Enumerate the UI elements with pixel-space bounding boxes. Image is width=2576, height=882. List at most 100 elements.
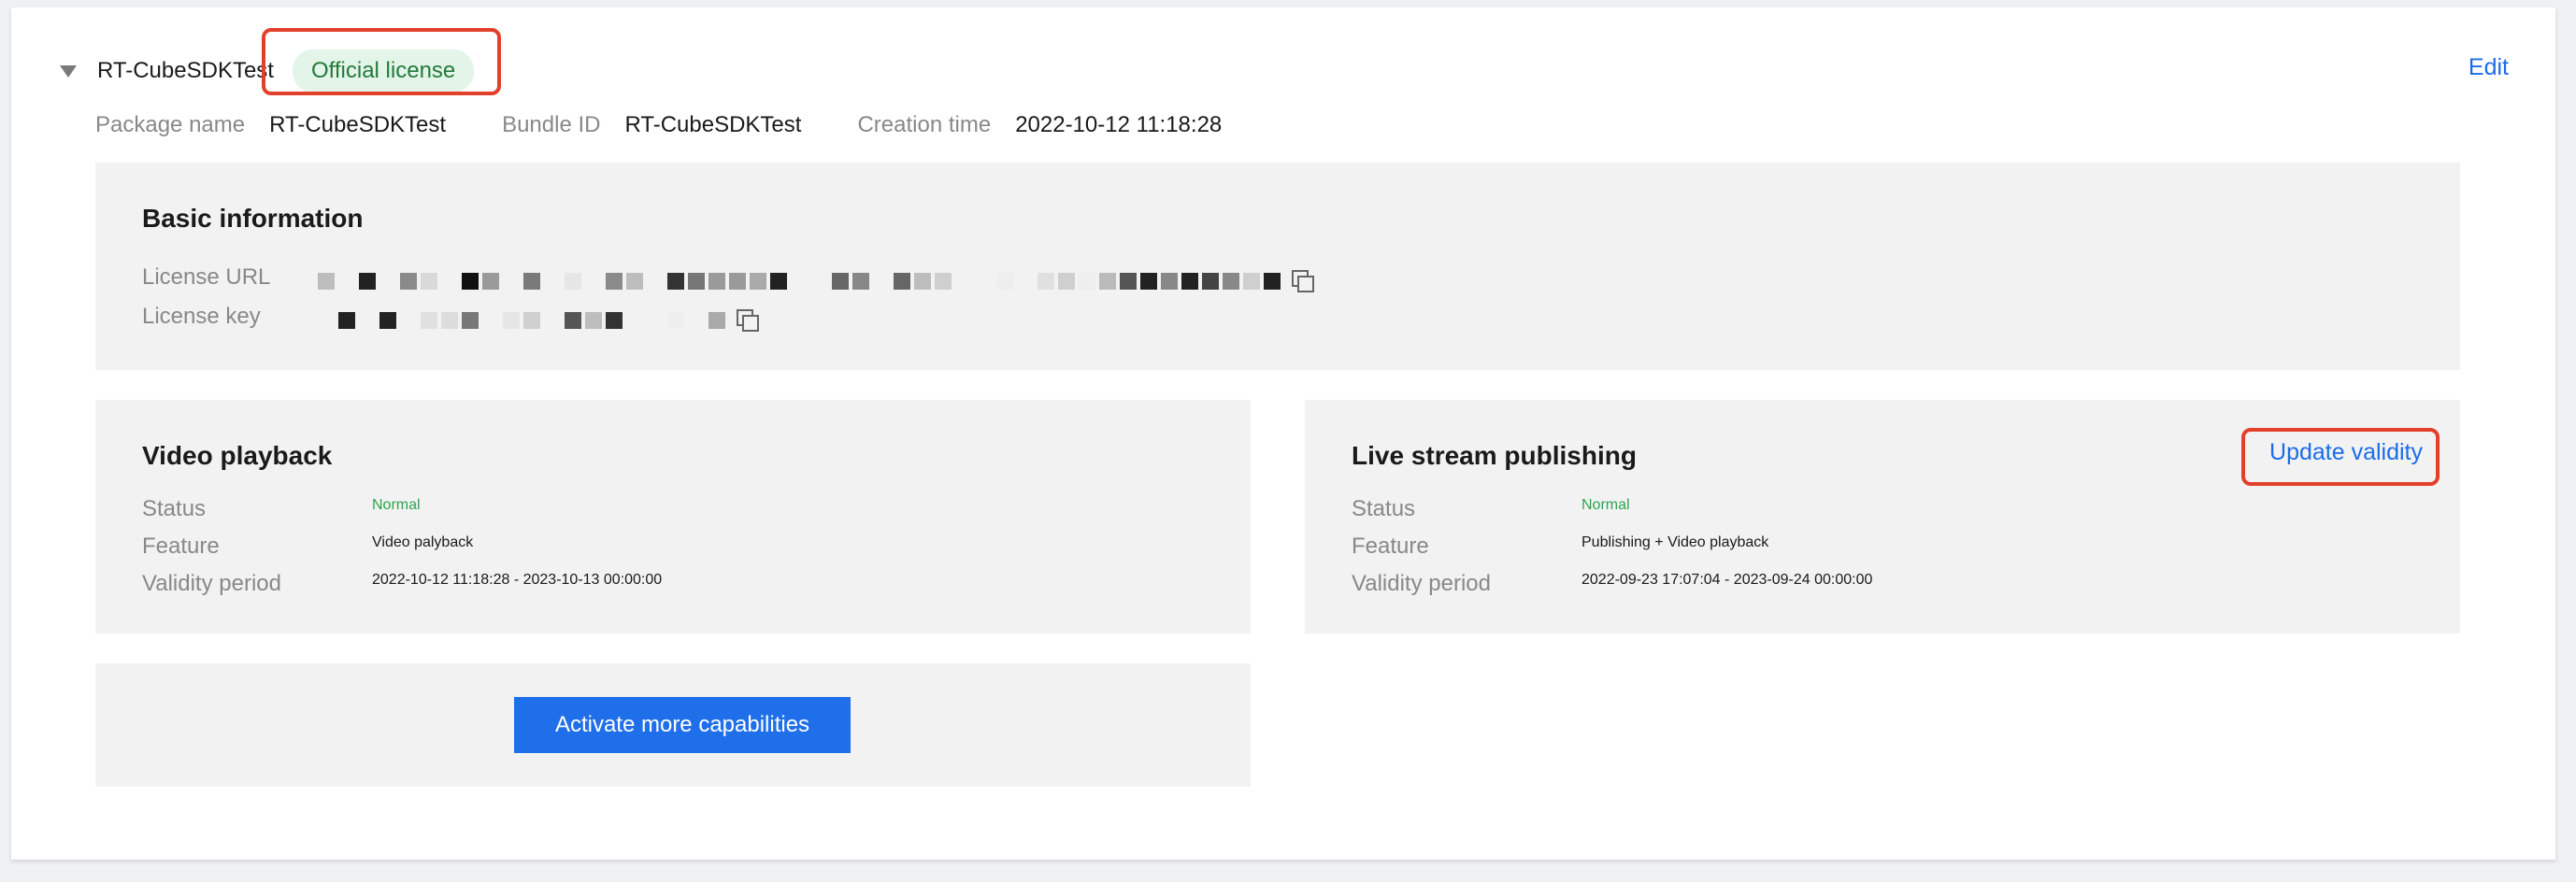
redaction-pixel — [318, 273, 335, 290]
redaction-pixel — [667, 273, 684, 290]
live-validity-label: Validity period — [1352, 571, 1491, 596]
bundle-id-label: Bundle ID — [502, 112, 601, 137]
license-url-redacted — [318, 270, 1314, 292]
redaction-pixel — [688, 312, 705, 329]
redaction-pixel — [626, 312, 643, 329]
redaction-pixel — [729, 273, 746, 290]
redaction-pixel — [1161, 273, 1178, 290]
copy-icon[interactable] — [737, 309, 759, 332]
redaction-pixel — [852, 273, 869, 290]
caret-down-icon[interactable] — [60, 64, 77, 78]
redaction-pixel — [359, 273, 376, 290]
video-validity-label: Validity period — [142, 571, 281, 596]
redaction-pixel — [1202, 273, 1219, 290]
redaction-pixel — [1038, 273, 1054, 290]
activate-panel: Activate more capabilities — [95, 663, 1251, 787]
redaction-pixel — [400, 312, 417, 329]
redaction-pixel — [873, 273, 890, 290]
video-feature-label: Feature — [142, 533, 220, 559]
redaction-pixel — [400, 273, 417, 290]
redaction-pixel — [811, 273, 828, 290]
live-validity-row: Validity period — [1352, 568, 1491, 600]
redaction-pixel — [750, 273, 766, 290]
redaction-pixel — [462, 273, 479, 290]
redaction-pixel — [585, 312, 602, 329]
live-status-value: Normal — [1581, 497, 1630, 513]
redaction-pixel — [482, 273, 499, 290]
redaction-pixel — [791, 273, 808, 290]
redaction-pixel — [1099, 273, 1116, 290]
live-feature-label: Feature — [1352, 533, 1429, 559]
redaction-pixel — [523, 273, 540, 290]
basic-info-panel: Basic information License URL License ke… — [95, 163, 2460, 370]
redaction-pixel — [441, 273, 458, 290]
update-validity-link[interactable]: Update validity — [2269, 439, 2423, 466]
redaction-pixel — [318, 312, 335, 329]
live-status-label: Status — [1352, 496, 1416, 521]
redaction-pixel — [1017, 273, 1034, 290]
video-validity-row: Validity period — [142, 568, 281, 600]
redaction-pixel — [1058, 273, 1075, 290]
redaction-pixel — [708, 273, 725, 290]
meta-row: Package name RT-CubeSDKTest Bundle ID RT… — [95, 112, 1278, 138]
redaction-pixel — [503, 312, 520, 329]
app-name: RT-CubeSDKTest — [97, 58, 274, 83]
redaction-pixel — [647, 273, 664, 290]
live-validity-value: 2022-09-23 17:07:04 - 2023-09-24 00:00:0… — [1581, 572, 1873, 588]
redaction-pixel — [1079, 273, 1095, 290]
redaction-pixel — [688, 273, 705, 290]
redaction-pixel — [585, 273, 602, 290]
license-key-label: License key — [142, 304, 261, 329]
redaction-pixel — [565, 312, 581, 329]
license-url-row: License URL — [142, 262, 270, 293]
redaction-pixel — [708, 312, 725, 329]
license-header: RT-CubeSDKTest Official license — [60, 43, 475, 99]
redaction-pixel — [1181, 273, 1198, 290]
redaction-pixel — [996, 273, 1013, 290]
redaction-pixel — [338, 273, 355, 290]
redaction-pixel — [955, 273, 972, 290]
license-card: RT-CubeSDKTest Official license Edit Pac… — [11, 7, 2555, 860]
redaction-pixel — [894, 273, 910, 290]
live-stream-panel: Live stream publishing Update validity S… — [1305, 400, 2460, 633]
edit-link[interactable]: Edit — [2469, 54, 2509, 81]
redaction-pixel — [914, 273, 931, 290]
activate-more-button[interactable]: Activate more capabilities — [514, 697, 851, 753]
license-type-badge: Official license — [292, 50, 475, 92]
redaction-pixel — [544, 273, 561, 290]
redaction-pixel — [523, 312, 540, 329]
video-feature-row: Feature — [142, 531, 220, 562]
copy-icon[interactable] — [1292, 270, 1314, 292]
redaction-pixel — [565, 273, 581, 290]
live-status-row: Status — [1352, 493, 1415, 525]
redaction-pixel — [544, 312, 561, 329]
redaction-pixel — [935, 273, 952, 290]
license-key-row: License key — [142, 301, 261, 333]
redaction-pixel — [770, 273, 787, 290]
redaction-pixel — [503, 273, 520, 290]
redaction-pixel — [359, 312, 376, 329]
video-status-row: Status — [142, 493, 206, 525]
license-url-label: License URL — [142, 264, 271, 290]
package-name-value: RT-CubeSDKTest — [269, 112, 447, 137]
license-key-redacted — [318, 309, 759, 332]
redaction-pixel — [421, 273, 437, 290]
live-stream-title: Live stream publishing — [1352, 441, 1637, 470]
basic-info-title: Basic information — [142, 204, 364, 233]
redaction-pixel — [832, 273, 849, 290]
redaction-pixel — [606, 312, 623, 329]
live-feature-value: Publishing + Video playback — [1581, 534, 1769, 550]
redaction-pixel — [441, 312, 458, 329]
redaction-pixel — [379, 273, 396, 290]
redaction-pixel — [976, 273, 993, 290]
creation-time-label: Creation time — [857, 112, 992, 137]
redaction-pixel — [606, 273, 623, 290]
redaction-pixel — [667, 312, 684, 329]
redaction-pixel — [1264, 273, 1281, 290]
redaction-pixel — [1223, 273, 1239, 290]
video-playback-title: Video playback — [142, 441, 333, 470]
live-feature-row: Feature — [1352, 531, 1429, 562]
redaction-pixel — [1120, 273, 1137, 290]
video-status-value: Normal — [372, 497, 421, 513]
redaction-pixel — [338, 312, 355, 329]
